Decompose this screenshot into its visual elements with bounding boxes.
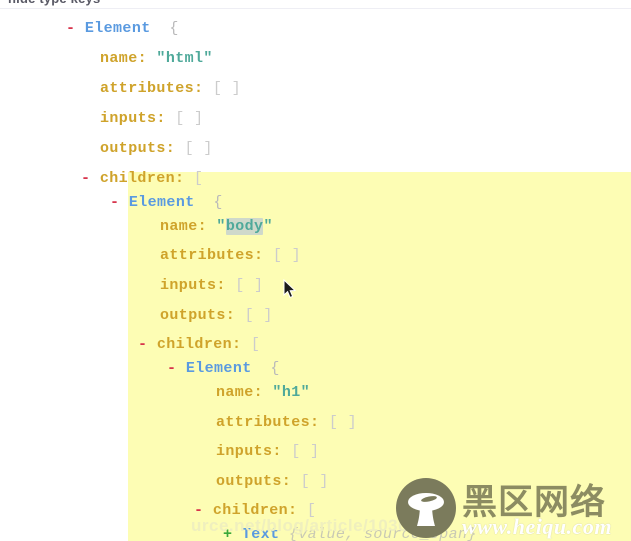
open-brace: { [251,360,280,377]
collapse-toggle-icon[interactable]: - [110,194,129,211]
property-key[interactable]: outputs: [100,140,175,157]
collapse-toggle-icon[interactable]: - [81,170,100,187]
tree-line[interactable]: name: "html" [0,44,631,74]
key-value-gap [207,218,216,235]
property-value[interactable]: [ ] [273,247,301,264]
property-value[interactable]: [ ] [245,307,273,324]
tree-line[interactable]: attributes: [ ] [0,241,631,271]
open-brace: { [150,20,179,37]
tree-line[interactable]: name: "body" [0,212,631,242]
key-value-gap [282,443,291,460]
key-value-gap [203,80,212,97]
property-key[interactable]: children: [100,170,185,187]
property-key[interactable]: inputs: [216,443,282,460]
code-lines-container[interactable]: - Element {name: "html" attributes: [ ] in… [0,9,631,541]
key-value-gap [175,140,184,157]
tree-line[interactable]: outputs: [ ] [0,134,631,164]
tree-line[interactable]: + Text {value, source_span} [0,520,631,541]
key-value-gap [319,414,328,431]
property-value[interactable]: [ [194,170,203,187]
key-value-gap [235,307,244,324]
property-value[interactable]: [ ] [175,110,203,127]
key-value-gap [147,50,156,67]
property-value[interactable]: [ ] [329,414,357,431]
collapse-toggle-icon[interactable]: - [66,20,85,37]
collapsed-preview: {value, source_span} [279,526,477,541]
value-quote-close: " [263,218,273,235]
property-value[interactable]: "html" [156,50,212,67]
property-value[interactable]: "h1" [272,384,310,401]
property-value[interactable]: [ ] [235,277,263,294]
node-type-label[interactable]: Text [242,526,280,541]
expand-toggle-icon[interactable]: + [223,526,242,541]
collapse-toggle-icon[interactable]: - [194,502,213,519]
property-value[interactable]: "body" [216,218,272,235]
property-key[interactable]: inputs: [100,110,166,127]
json-tree-viewer[interactable]: hide type keys - Element {name: "html"at… [0,0,631,541]
property-key[interactable]: name: [160,218,207,235]
key-value-gap [291,473,300,490]
node-type-label[interactable]: Element [186,360,252,377]
key-value-gap [166,110,175,127]
node-type-label[interactable]: Element [129,194,195,211]
property-key[interactable]: attributes: [216,414,319,431]
property-value[interactable]: [ ] [301,473,329,490]
property-key[interactable]: children: [213,502,298,519]
value-quote-open: " [216,218,226,235]
selected-value-text[interactable]: body [225,218,264,235]
open-brace: { [194,194,223,211]
property-key[interactable]: name: [216,384,263,401]
property-key[interactable]: attributes: [160,247,263,264]
property-value[interactable]: [ ] [291,443,319,460]
property-key[interactable]: outputs: [216,473,291,490]
tree-line[interactable]: outputs: [ ] [0,467,631,497]
tree-line[interactable]: inputs: [ ] [0,271,631,301]
property-key[interactable]: outputs: [160,307,235,324]
tree-line[interactable]: - Element { [0,14,631,44]
tree-line[interactable]: name: "h1" [0,378,631,408]
clipped-header-text: hide type keys [0,0,631,7]
tree-line[interactable]: attributes: [ ] [0,74,631,104]
property-value[interactable]: [ ] [213,80,241,97]
key-value-gap [184,170,193,187]
node-type-label[interactable]: Element [85,20,151,37]
property-value[interactable]: [ ] [185,140,213,157]
property-value[interactable]: [ [307,502,316,519]
collapse-toggle-icon[interactable]: - [167,360,186,377]
property-key[interactable]: name: [100,50,147,67]
tree-line[interactable]: outputs: [ ] [0,301,631,331]
key-value-gap [241,336,250,353]
property-key[interactable]: inputs: [160,277,226,294]
collapse-toggle-icon[interactable]: - [138,336,157,353]
property-key[interactable]: children: [157,336,242,353]
key-value-gap [297,502,306,519]
key-value-gap [263,247,272,264]
key-value-gap [263,384,272,401]
tree-line[interactable]: inputs: [ ] [0,437,631,467]
property-key[interactable]: attributes: [100,80,203,97]
tree-line[interactable]: inputs: [ ] [0,104,631,134]
property-value[interactable]: [ [251,336,260,353]
tree-line[interactable]: attributes: [ ] [0,408,631,438]
key-value-gap [226,277,235,294]
